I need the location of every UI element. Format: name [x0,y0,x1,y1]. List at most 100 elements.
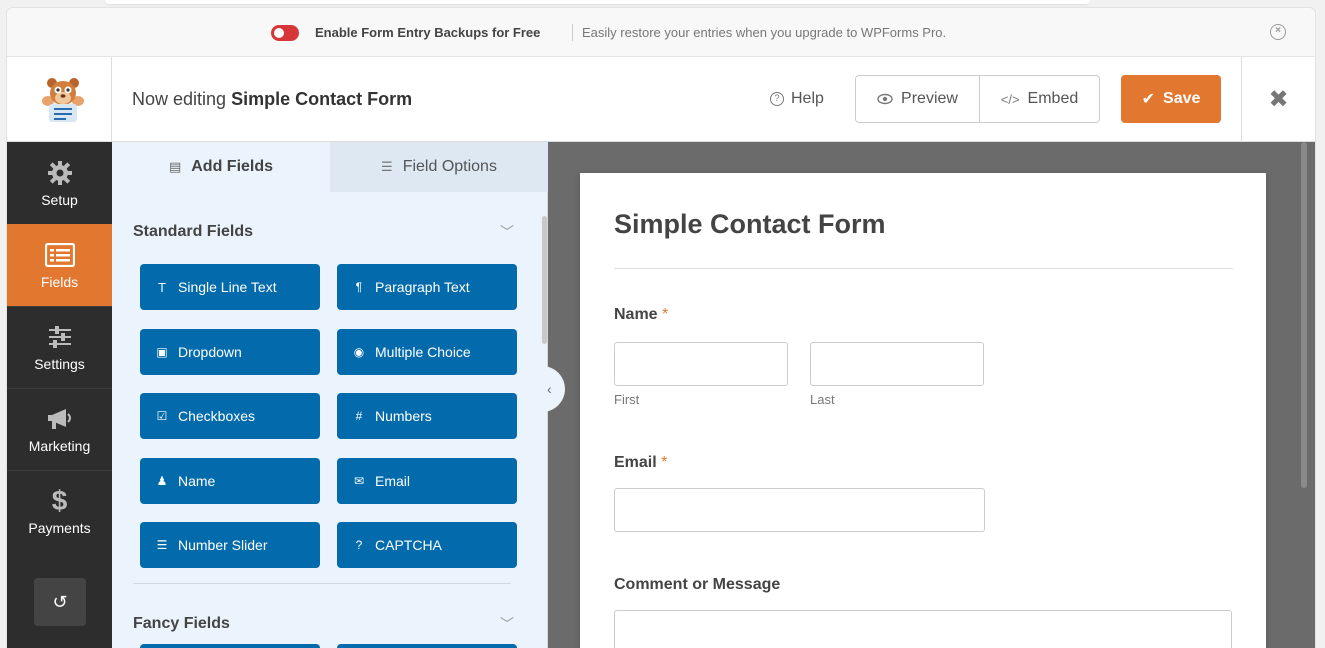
save-button[interactable]: ✔ Save [1121,75,1221,123]
sidebar-item-fields[interactable]: Fields [7,224,112,306]
add-captcha-button[interactable]: ? CAPTCHA [337,522,517,568]
tab-label: Add Fields [191,158,274,175]
sliders-icon: ☰ [381,159,393,174]
sidebar-item-payments[interactable]: $ Payments [7,470,112,552]
builder-sidebar: Setup Fields Settings Marketing $ Paymen… [7,142,112,648]
add-multiple-choice-button[interactable]: ◉ Multiple Choice [337,329,517,375]
question-icon: ? [355,538,363,552]
checkmark-icon: ✔ [1141,91,1156,108]
sidebar-item-settings[interactable]: Settings [7,306,112,388]
field-button-label: Name [178,473,216,489]
eye-icon [877,93,893,105]
dropdown-icon: ▣ [156,345,168,359]
tab-field-options[interactable]: ☰ Field Options [330,142,548,192]
section-title-fancy[interactable]: Fancy Fields [133,615,230,633]
help-label: Help [791,90,824,107]
notice-description: Easily restore your entries when you upg… [582,25,947,40]
first-sublabel: First [614,392,640,407]
slider-icon: ☰ [156,538,168,552]
chevron-down-icon[interactable]: ﹀ [500,614,514,634]
field-label-comment[interactable]: Comment or Message [614,576,780,594]
sidebar-item-label: Payments [28,519,91,536]
browser-bar-edge [105,0,1090,4]
tab-label: Field Options [402,158,497,175]
checkbox-icon: ☑ [156,409,168,423]
form-name: Simple Contact Form [231,89,413,109]
fancy-field-button-peek[interactable] [337,644,517,648]
add-single-line-text-button[interactable]: Ｔ Single Line Text [140,264,320,310]
user-icon: ♟ [156,474,168,488]
revisions-button[interactable]: ↺ [34,578,86,626]
close-icon[interactable]: × [1270,24,1286,40]
chevron-down-icon[interactable]: ﹀ [500,222,514,242]
sidebar-divider [7,306,112,307]
sidebar-item-setup[interactable]: Setup [7,142,112,224]
first-name-input[interactable] [614,342,788,386]
sidebar-item-marketing[interactable]: Marketing [7,388,112,470]
form-builder: Enable Form Entry Backups for Free Easil… [7,8,1315,648]
panel-tabs: ▤ Add Fields ☰ Field Options [112,142,548,192]
sidebar-item-label: Setup [41,191,78,208]
form-title-divider [614,268,1233,269]
question-icon: ? [770,92,784,106]
preview-button[interactable]: Preview [856,76,980,122]
field-button-label: Checkboxes [178,408,256,424]
list-icon: ▤ [168,159,182,174]
exit-builder-button[interactable]: ✖ [1241,57,1315,141]
email-input[interactable] [614,488,985,532]
add-name-button[interactable]: ♟ Name [140,458,320,504]
close-icon: ✖ [1268,85,1289,113]
fancy-field-button-peek[interactable] [140,644,320,648]
required-marker: * [661,454,668,471]
tab-add-fields[interactable]: ▤ Add Fields [112,142,330,192]
sliders-icon [43,323,77,351]
field-button-label: Number Slider [178,537,268,553]
dollar-icon: $ [51,484,68,516]
add-checkboxes-button[interactable]: ☑ Checkboxes [140,393,320,439]
page-title: Now editing Simple Contact Form [132,89,412,110]
panel-scrollbar[interactable] [542,216,547,344]
paragraph-icon: ¶ [355,280,363,294]
sidebar-divider [7,470,112,471]
revisions-icon: ↺ [52,591,68,612]
preview-scrollbar[interactable] [1301,142,1307,488]
field-button-label: Email [375,473,411,489]
section-title-standard[interactable]: Standard Fields [133,223,253,241]
field-label: Name [614,306,658,323]
embed-button[interactable]: </> Embed [980,76,1099,122]
backup-notice-bar: Enable Form Entry Backups for Free Easil… [7,8,1315,57]
sidebar-item-label: Marketing [28,437,91,454]
field-button-label: Multiple Choice [375,344,471,360]
fields-panel: ▤ Add Fields ☰ Field Options Standard Fi… [112,142,548,648]
editing-prefix: Now editing [132,89,227,109]
add-number-slider-button[interactable]: ☰ Number Slider [140,522,320,568]
form-preview: Simple Contact Form Name * First Last Em… [580,173,1266,648]
field-button-label: CAPTCHA [375,537,442,553]
field-label-email[interactable]: Email * [614,454,667,472]
section-divider [133,583,511,584]
add-numbers-button[interactable]: # Numbers [337,393,517,439]
form-title[interactable]: Simple Contact Form [614,209,886,240]
gear-icon [43,159,77,187]
last-name-input[interactable] [810,342,984,386]
field-label: Email [614,454,657,471]
backup-toggle[interactable] [271,25,299,41]
help-button[interactable]: ? Help [770,90,824,108]
sidebar-divider [7,388,112,389]
add-email-button[interactable]: ✉ Email [337,458,517,504]
save-label: Save [1163,90,1201,107]
last-sublabel: Last [810,392,835,407]
wpforms-logo [42,78,84,122]
field-label-name[interactable]: Name * [614,306,668,324]
add-paragraph-text-button[interactable]: ¶ Paragraph Text [337,264,517,310]
builder-header: Now editing Simple Contact Form ? Help P… [7,57,1315,142]
comment-textarea[interactable] [614,610,1232,648]
field-button-label: Single Line Text [178,279,277,295]
megaphone-icon [43,405,77,433]
text-icon: Ｔ [155,280,168,295]
notice-divider [572,24,573,41]
add-dropdown-button[interactable]: ▣ Dropdown [140,329,320,375]
field-button-label: Numbers [375,408,432,424]
form-preview-area: Simple Contact Form Name * First Last Em… [548,142,1315,648]
radio-icon: ◉ [353,345,365,359]
